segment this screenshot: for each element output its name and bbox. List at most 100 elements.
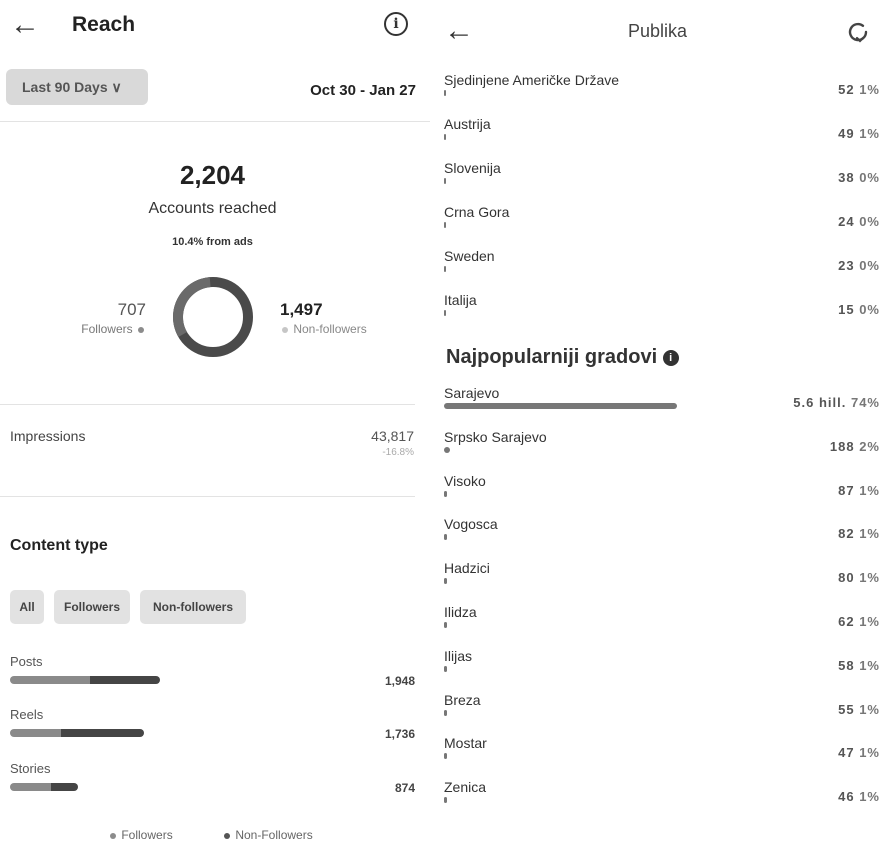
row-percent: 74% [850,395,880,410]
content-value-reels: 1,736 [384,727,415,741]
row-percent: 1% [859,82,880,97]
share-bar [444,578,447,585]
city-name: Sarajevo [444,385,500,401]
impressions-stat: 43,817 -16.8% [300,428,414,458]
country-name: Crna Gora [444,204,510,220]
refresh-icon[interactable] [844,18,872,46]
content-bar-stories [10,783,78,791]
row-count: 62 [838,614,855,629]
row-percent: 2% [859,438,880,454]
city-name: Srpsko Sarajevo [444,428,547,445]
row-percent: 1% [859,570,880,586]
reach-panel: ← Reach i Last 90 Days ∨ Oct 30 - Jan 27… [0,0,430,850]
row-percent: 1% [859,614,880,629]
content-type-title: Content type [10,537,108,554]
content-value-stories: 874 [394,781,415,795]
page-title: Publika [628,21,688,41]
info-icon[interactable]: i [662,350,679,366]
info-icon[interactable]: i [384,12,408,36]
row-count: 47 [838,745,855,761]
row-percent: 1% [859,657,880,673]
row-count: 82 [838,526,855,542]
divider [0,496,415,497]
city-name: Zenica [444,779,487,796]
share-bar [444,403,677,409]
share-bar [444,622,447,628]
row-count: 24 [838,214,855,229]
city-name: Hadzici [444,560,490,577]
share-bar [444,490,447,497]
share-bar [444,534,447,541]
back-arrow-icon[interactable]: ← [444,16,474,46]
row-count: 46 [838,789,855,805]
row-value: 82 1% [740,526,880,541]
impressions-label: Impressions [10,428,86,444]
date-range-dropdown[interactable]: Last 90 Days ∨ [6,69,148,105]
city-name: Breza [444,691,481,708]
city-name: Ilijas [444,647,473,664]
legend-dot-icon [224,832,230,839]
back-arrow-icon[interactable]: ← [10,10,40,40]
impressions-value: 43,817 [371,428,414,444]
bar-segment-non-followers [61,729,144,737]
date-range-label: Oct 30 - Jan 27 [310,82,416,99]
country-name: Sjedinjene Američke Države [444,72,620,88]
cities-title: Najpopularniji gradovi i [446,346,679,369]
content-row-label-posts: Posts [10,654,43,669]
bar-segment-non-followers [90,676,160,684]
page-title: Reach [72,13,136,36]
row-value: 24 0% [740,214,880,229]
filter-followers-chip[interactable]: Followers [54,590,130,624]
share-bar [444,266,446,272]
share-bar [444,665,447,672]
share-bar [444,709,447,716]
legend-non-followers: Non-Followers [222,828,313,842]
legend-dot-icon [110,832,116,839]
bar-segment-followers [10,729,61,737]
row-value: 87 1% [740,483,880,498]
country-name: Sweden [444,248,495,264]
row-percent: 1% [859,745,880,761]
row-value: 188 2% [740,439,880,454]
bar-segment-followers [10,676,90,684]
row-value: 58 1% [740,658,880,673]
country-name: Italija [444,292,477,308]
bar-segment-followers [10,783,51,791]
row-percent: 0% [859,170,880,185]
followers-donut-chart [173,277,253,357]
non-followers-value: 1,497 [280,300,323,319]
row-count: 55 [838,701,855,717]
row-count: 188 [829,438,855,454]
city-name: Visoko [444,472,486,489]
share-bar [444,446,450,453]
row-value: 62 1% [740,614,880,629]
city-name: Ilidza [444,604,477,620]
followers-legend: Followers [60,322,146,336]
legend-followers: Followers [108,828,173,842]
share-bar [444,178,446,184]
row-percent: 1% [859,126,880,141]
divider [0,404,415,405]
content-row-label-stories: Stories [10,761,51,776]
non-followers-legend: Non-followers [280,322,367,336]
filter-all-chip[interactable]: All [10,590,44,624]
row-value: 38 0% [740,170,880,185]
row-value: 80 1% [740,570,880,585]
bar-segment-non-followers [51,783,78,791]
from-ads-label: 10.4% from ads [172,236,253,248]
row-percent: 1% [859,789,880,805]
followers-label: Followers [81,322,133,336]
row-count: 58 [838,657,855,673]
share-bar [444,753,447,760]
impressions-change: -16.8% [382,447,414,458]
share-bar [444,310,446,316]
row-percent: 0% [859,214,880,229]
row-percent: 1% [859,526,880,542]
accounts-reached-label: Accounts reached [148,200,277,217]
city-name: Vogosca [444,516,498,533]
filter-non-followers-chip[interactable]: Non-followers [140,590,246,624]
divider [0,121,430,122]
content-value-posts: 1,948 [384,674,415,688]
row-count: 5.6 hill. [793,395,847,410]
row-count: 87 [838,482,855,498]
